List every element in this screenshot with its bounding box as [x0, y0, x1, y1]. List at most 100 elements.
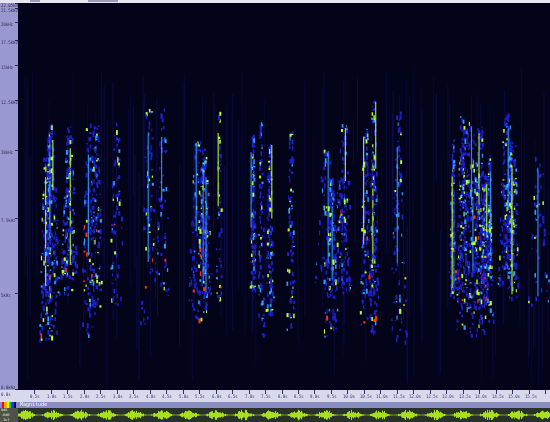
waveform-sample — [162, 410, 163, 420]
spectrogram-cell — [323, 279, 326, 285]
spectrogram-cell — [464, 182, 466, 186]
spectrogram-cell — [377, 295, 379, 299]
spectrogram-cell — [94, 252, 97, 254]
scroll-knob[interactable] — [88, 0, 118, 2]
spectrogram-canvas[interactable] — [18, 3, 550, 390]
spectrogram-cell — [328, 309, 331, 311]
spectrogram-cell — [72, 209, 74, 212]
spectrogram-cell — [323, 264, 325, 267]
spectrogram-cell — [488, 209, 490, 212]
spectrogram-cell — [198, 211, 201, 213]
spectrogram-cell — [340, 209, 343, 214]
spectrogram-cell — [249, 285, 252, 289]
spectrogram-cell — [325, 259, 328, 264]
spectrogram-cell — [507, 268, 510, 270]
spectrogram-cell — [249, 282, 252, 284]
waveform-sample — [31, 413, 32, 417]
spectrogram-cell — [547, 300, 549, 303]
spectrogram-cell — [267, 274, 269, 278]
spectrogram-cell — [271, 240, 273, 244]
spectrogram-cell — [371, 237, 373, 240]
spectrogram-cell — [68, 275, 71, 280]
spectrogram-noise — [156, 97, 158, 205]
spectrogram-cell — [481, 153, 483, 158]
spectrogram-cell — [157, 239, 160, 242]
spectrogram-cell — [462, 232, 465, 236]
spectrogram-cell — [502, 179, 505, 181]
waveform-sample — [331, 412, 332, 418]
spectrogram-noise — [157, 217, 159, 317]
spectrogram-cell — [47, 228, 50, 233]
spectrogram-cell — [331, 288, 333, 292]
spectrogram-cell — [66, 260, 68, 263]
spectrogram-cell — [322, 256, 325, 260]
waveform-sample — [74, 412, 75, 418]
spectrogram-noise — [312, 137, 314, 199]
spectrogram-cell — [456, 319, 459, 323]
spectrogram-view[interactable] — [18, 3, 550, 390]
spectrogram-cell — [91, 326, 94, 328]
spectrogram-cell — [338, 220, 341, 224]
spectrogram-noise — [136, 256, 138, 350]
spectrogram-cell — [291, 271, 294, 277]
spectrogram-cell — [261, 242, 264, 246]
spectrogram-cell — [192, 223, 195, 227]
spectrogram-cell — [399, 157, 402, 160]
spectrogram-cell — [324, 176, 327, 180]
spectrogram-cell — [44, 290, 47, 293]
spectrogram-cell — [49, 247, 52, 252]
spectrogram-cell — [345, 208, 348, 210]
spectrogram-cell — [466, 287, 468, 289]
waveform-sample — [542, 410, 543, 420]
waveform-sample — [372, 413, 373, 417]
spectrogram-cell — [482, 263, 484, 268]
spectrogram-cell — [482, 242, 485, 244]
waveform-sample — [336, 414, 337, 416]
waveform-sample — [70, 414, 71, 416]
waveform-sample — [413, 412, 414, 418]
spectrogram-cell — [71, 277, 74, 280]
spectrogram-cell — [464, 227, 467, 231]
spectrogram-cell — [480, 254, 483, 256]
spectrogram-cell — [204, 255, 206, 258]
waveform-sample — [458, 412, 459, 418]
spectrogram-cell — [481, 183, 483, 188]
spectrogram-cell — [70, 126, 72, 129]
spectrogram-cell — [164, 199, 166, 203]
spectrogram-cell — [50, 285, 52, 287]
spectrogram-cell — [45, 166, 47, 172]
spectrogram-cell — [254, 248, 256, 252]
spectrogram-cell — [92, 276, 94, 278]
spectrogram-cell — [89, 267, 92, 270]
spectrogram-cell — [512, 193, 515, 196]
scroll-knob[interactable] — [30, 0, 40, 2]
waveform-sample — [317, 413, 318, 417]
spectrogram-cell — [216, 265, 218, 267]
waveform-sample — [60, 413, 61, 417]
waveform-sample — [135, 412, 136, 418]
spectrogram-cell — [368, 271, 370, 273]
spectrogram-cell — [465, 137, 468, 139]
spectrogram-cell — [166, 217, 170, 219]
waveform-sample — [508, 414, 509, 416]
spectrogram-cell — [341, 240, 342, 242]
waveform-sample — [506, 414, 507, 416]
waveform-sample — [345, 414, 346, 416]
spectrogram-cell — [199, 236, 201, 239]
spectrogram-cell — [291, 259, 294, 263]
waveform-canvas[interactable] — [18, 408, 550, 422]
waveform-sample — [438, 411, 439, 419]
spectrogram-cell — [99, 219, 102, 223]
time-tick-label: 15.5s — [525, 394, 538, 399]
waveform-sample — [304, 413, 305, 417]
waveform-sample — [347, 412, 348, 418]
waveform-sample — [425, 414, 426, 416]
spectrogram-cell — [491, 283, 493, 286]
waveform-view[interactable] — [18, 408, 550, 422]
spectrogram-cell — [391, 325, 393, 331]
spectrogram-cell — [340, 129, 343, 132]
spectrogram-cell — [395, 178, 397, 182]
spectrogram-cell — [41, 290, 43, 294]
spectrogram-cell — [488, 188, 490, 191]
spectrogram-cell — [49, 125, 52, 129]
